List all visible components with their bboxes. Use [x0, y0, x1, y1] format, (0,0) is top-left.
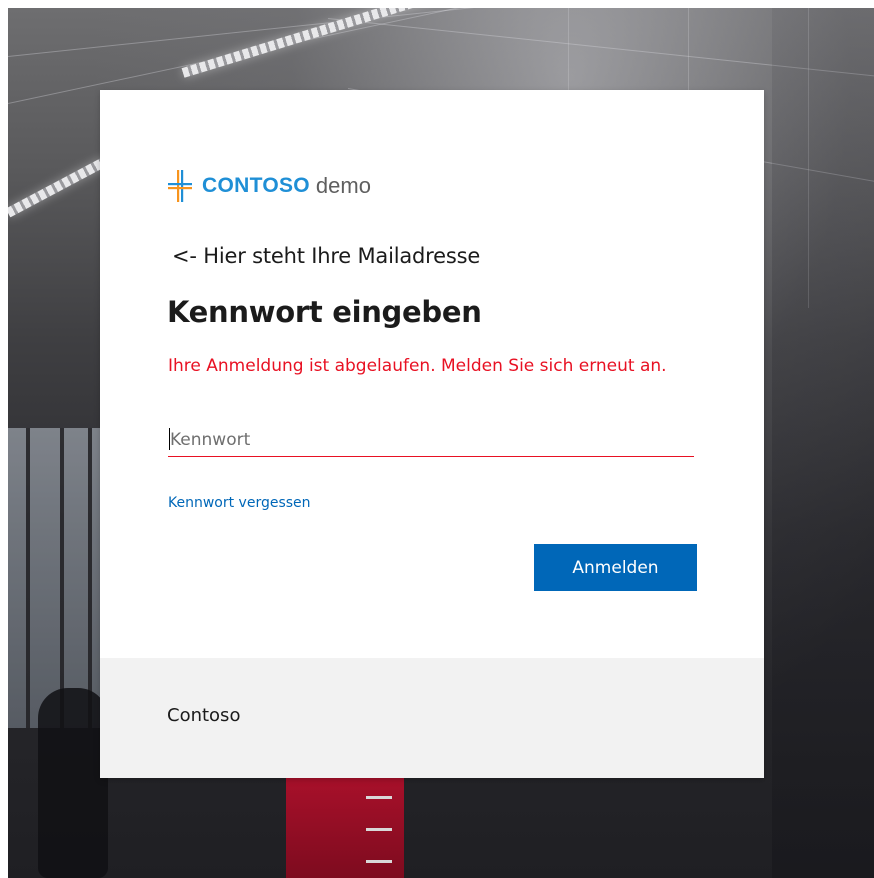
forgot-password-link[interactable]: Kennwort vergessen: [168, 495, 311, 511]
company-logo: CONTOSO demo: [168, 170, 371, 202]
logo-suffix-text: demo: [315, 173, 371, 198]
sign-in-button[interactable]: Anmelden: [534, 544, 697, 591]
identity-email[interactable]: <- Hier steht Ihre Mailadresse: [172, 244, 480, 268]
sign-in-page: CONTOSO demo <- Hier steht Ihre Mailadre…: [0, 0, 874, 878]
error-message: Ihre Anmeldung ist abgelaufen. Melden Si…: [168, 356, 667, 376]
contoso-logo-icon: [168, 170, 192, 202]
footer-company-name: Contoso: [167, 705, 241, 726]
text-cursor: [169, 428, 170, 450]
card-footer: Contoso: [100, 658, 764, 778]
sign-in-card: CONTOSO demo <- Hier steht Ihre Mailadre…: [100, 90, 764, 778]
page-title: Kennwort eingeben: [167, 295, 482, 329]
password-field[interactable]: [168, 423, 694, 457]
logo-brand-text: CONTOSO: [202, 174, 310, 197]
